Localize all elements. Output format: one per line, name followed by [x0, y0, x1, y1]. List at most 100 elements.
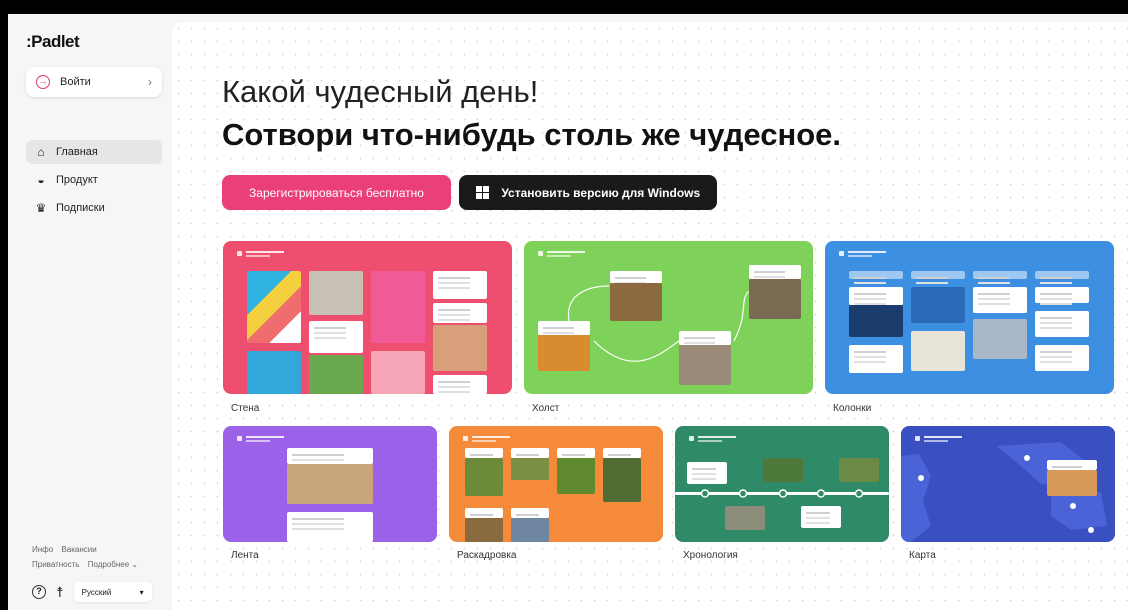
column-note	[1035, 287, 1089, 303]
padlet-header	[689, 436, 737, 442]
sidebar-item-subscriptions[interactable]: ♛ Подписки	[26, 196, 162, 220]
template-label: Раскадровка	[457, 550, 517, 561]
padlet-header	[237, 251, 285, 257]
column-note	[973, 287, 1027, 313]
storyboard-note	[511, 448, 549, 458]
storyboard-note	[557, 448, 595, 458]
storyboard-note	[465, 448, 503, 458]
storyboard-image	[603, 458, 641, 502]
template-timeline[interactable]: Хронология	[675, 426, 889, 566]
stream-image-camels	[287, 464, 373, 504]
storyboard-note	[603, 448, 641, 458]
template-columns[interactable]: Колонки	[825, 241, 1114, 417]
padlet-header	[237, 436, 285, 442]
column-header	[911, 271, 965, 279]
storyboard-image	[465, 458, 503, 496]
help-icon[interactable]: ?	[32, 585, 46, 599]
language-select[interactable]: Русский ▾	[73, 582, 152, 602]
timeline-image	[725, 506, 765, 530]
headline: Сотвори что-нибудь столь же чудесное.	[222, 117, 841, 152]
storyboard-note	[465, 508, 503, 518]
padlet-header	[463, 436, 511, 442]
wall-note	[433, 303, 487, 323]
more-link[interactable]: Подробнее ⌄	[88, 560, 138, 569]
jobs-link[interactable]: Вакансии	[61, 545, 96, 554]
column-image-jelly	[849, 305, 903, 337]
sidebar-item-label: Продукт	[56, 174, 98, 186]
template-label: Колонки	[833, 403, 872, 414]
sidebar-nav: ⌂ Главная ◒ Продукт ♛ Подписки	[26, 140, 162, 224]
home-icon: ⌂	[37, 145, 45, 159]
column-note	[1035, 311, 1089, 337]
product-icon: ◒	[37, 173, 45, 187]
template-canvas-preview	[524, 241, 813, 394]
sidebar: :Padlet → Войти › ⌂ Главная ◒ Продукт ♛ …	[8, 14, 172, 610]
canvas-note	[538, 321, 590, 335]
storyboard-image	[557, 458, 595, 494]
timeline-image	[763, 458, 803, 482]
canvas-note	[610, 271, 662, 283]
stream-note	[287, 448, 373, 464]
map-image-opera	[1047, 470, 1097, 496]
template-canvas[interactable]: Холст	[524, 241, 813, 417]
column-note	[849, 287, 903, 305]
wall-note	[309, 321, 363, 353]
wall-image-pattern	[247, 271, 301, 343]
template-stream[interactable]: Лента	[223, 426, 437, 566]
privacy-link[interactable]: Приватность	[32, 560, 79, 569]
column-image-map	[911, 331, 965, 371]
template-label: Стена	[231, 403, 260, 414]
padlet-logo[interactable]: :Padlet	[26, 32, 80, 52]
column-note	[1035, 345, 1089, 371]
column-image-phone	[973, 319, 1027, 359]
canvas-image-lynx	[679, 345, 731, 385]
template-map[interactable]: Карта	[901, 426, 1115, 566]
chevron-right-icon: ›	[148, 75, 152, 89]
sidebar-bottom-bar: ? ☨ Русский ▾	[32, 582, 152, 602]
column-note	[849, 345, 903, 373]
canvas-image-tiger	[610, 283, 662, 321]
wall-image-dancer	[309, 271, 363, 315]
language-label: Русский	[81, 587, 112, 597]
template-wall-preview	[223, 241, 512, 394]
storyboard-image	[511, 458, 549, 480]
timeline-image	[839, 458, 879, 482]
timeline-note	[801, 506, 841, 528]
sidebar-item-label: Главная	[56, 146, 98, 158]
template-label: Карта	[909, 550, 936, 561]
wall-image-grass	[309, 355, 363, 394]
storyboard-note	[511, 508, 549, 518]
column-header	[849, 271, 903, 279]
canvas-image-lynx	[749, 279, 801, 319]
sidebar-item-product[interactable]: ◒ Продукт	[26, 168, 162, 192]
template-wall[interactable]: Стена	[223, 241, 512, 417]
app-window: :Padlet → Войти › ⌂ Главная ◒ Продукт ♛ …	[8, 14, 1128, 610]
wall-image-shoes	[371, 271, 425, 343]
install-windows-button[interactable]: Установить версию для Windows	[459, 175, 717, 210]
windows-icon	[475, 185, 490, 200]
sidebar-item-home[interactable]: ⌂ Главная	[26, 140, 162, 164]
template-storyboard-preview	[449, 426, 663, 542]
install-windows-label: Установить версию для Windows	[501, 185, 701, 200]
crown-icon: ♛	[35, 201, 47, 215]
timeline-dots	[700, 489, 864, 498]
template-storyboard[interactable]: Раскадровка	[449, 426, 663, 566]
storyboard-image	[511, 518, 549, 542]
footer-links: Инфо Вакансии Приватность Подробнее ⌄	[32, 542, 144, 572]
info-link[interactable]: Инфо	[32, 545, 53, 554]
main-content: Какой чудесный день! Сотвори что-нибудь …	[172, 22, 1128, 610]
template-columns-preview	[825, 241, 1114, 394]
storyboard-image	[465, 518, 503, 542]
template-timeline-preview	[675, 426, 889, 542]
login-icon: →	[36, 75, 50, 89]
template-label: Холст	[532, 403, 560, 414]
sidebar-item-label: Подписки	[56, 202, 105, 214]
accessibility-icon[interactable]: ☨	[56, 584, 64, 601]
login-button[interactable]: → Войти ›	[26, 67, 162, 97]
column-header	[973, 271, 1027, 279]
template-label: Хронология	[683, 550, 738, 561]
signup-button[interactable]: Зарегистрироваться бесплатно	[222, 175, 451, 210]
padlet-header	[839, 251, 887, 257]
template-stream-preview	[223, 426, 437, 542]
wall-image-leaf	[371, 351, 425, 394]
